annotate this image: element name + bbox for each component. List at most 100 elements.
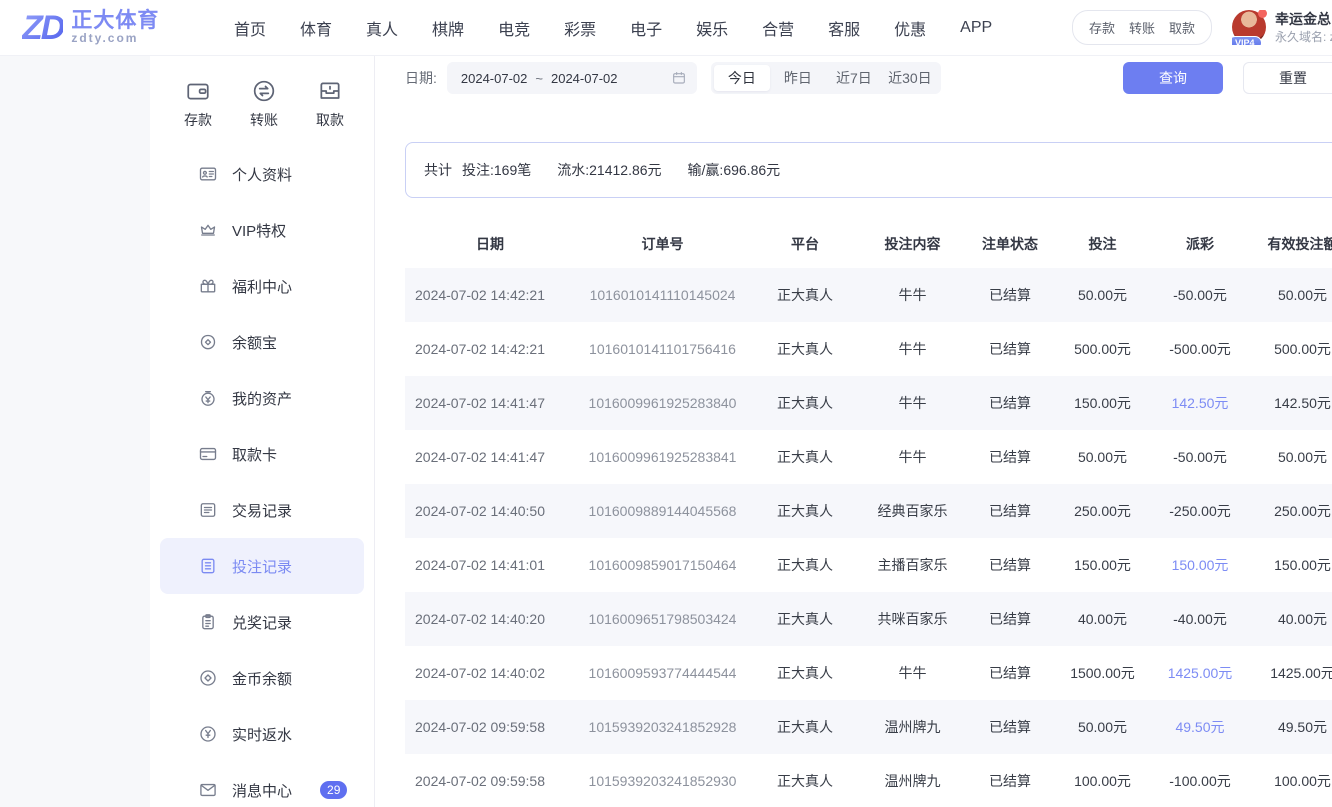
sidebar-menu-item[interactable]: VIP特权 [160,202,364,258]
sidebar-menu-label: 投注记录 [232,556,292,577]
cell-date: 2024-07-02 14:41:47 [405,449,575,465]
nav-item[interactable]: 体育 [300,16,332,40]
nav-item[interactable]: APP [960,19,992,37]
nav-item[interactable]: 娱乐 [696,16,728,40]
nav-item[interactable]: 优惠 [894,16,926,40]
cell-order-number: 1016010141101756416 [575,341,750,357]
cell-bet-amount: 50.00元 [1055,717,1150,737]
cell-platform: 正大真人 [750,609,860,629]
brand-name: 正大体育 [71,9,159,32]
wallet-action-link[interactable]: 取款 [1169,18,1195,37]
cell-order-number: 1016009651798503424 [575,611,750,627]
sidebar-menu-item[interactable]: 消息中心 29 [160,762,364,807]
brand-domain: zdty.com [71,32,159,45]
nav-item[interactable]: 电子 [630,16,662,40]
quick-action-label: 存款 [184,110,212,130]
quick-action[interactable]: 转账 [250,78,278,130]
cell-valid-amount: 142.50元 [1250,393,1332,413]
brand-logo[interactable]: ZD 正大体育 zdty.com [22,9,210,45]
transaction-record-icon [198,500,218,520]
cell-payout: -100.00元 [1150,771,1250,791]
table-row: 2024-07-02 14:41:47 1016009961925283840 … [405,376,1332,430]
cell-date: 2024-07-02 09:59:58 [405,719,575,735]
cell-valid-amount: 49.50元 [1250,717,1332,737]
sidebar-menu-item[interactable]: 实时返水 [160,706,364,762]
cell-status: 已结算 [965,339,1055,359]
table-header-cell: 订单号 [575,234,750,254]
cell-payout: -250.00元 [1150,501,1250,521]
sidebar-menu-item[interactable]: 取款卡 [160,426,364,482]
quick-range-button[interactable]: 今日 [714,65,770,91]
nav-item[interactable]: 客服 [828,16,860,40]
summary-bar: 共计 投注:169笔 流水:21412.86元 输/赢:696.86元 [405,142,1332,198]
wallet-actions: 存款转账取款 [1072,10,1212,45]
sidebar-menu-label: 实时返水 [232,724,292,745]
cell-bet-amount: 1500.00元 [1055,663,1150,683]
sidebar-menu-item[interactable]: 交易记录 [160,482,364,538]
table-row: 2024-07-02 14:42:21 1016010141110145024 … [405,268,1332,322]
date-range-input[interactable]: 2024-07-02 ~ 2024-07-02 [447,62,697,94]
rebate-icon [198,724,218,744]
sidebar-menu-label: 我的资产 [232,388,292,409]
quick-range-button[interactable]: 近30日 [882,65,938,91]
withdraw-icon [317,78,343,104]
crown-icon [198,220,218,240]
cell-date: 2024-07-02 14:42:21 [405,341,575,357]
sidebar-menu-label: 取款卡 [232,444,277,465]
sidebar-menu-item[interactable]: 福利中心 [160,258,364,314]
nav-item[interactable]: 棋牌 [432,16,464,40]
nav-item[interactable]: 合营 [762,16,794,40]
cell-valid-amount: 250.00元 [1250,501,1332,521]
sidebar-menu-label: 金币余额 [232,668,292,689]
nav-item[interactable]: 彩票 [564,16,596,40]
cell-platform: 正大真人 [750,285,860,305]
cell-status: 已结算 [965,771,1055,791]
cell-platform: 正大真人 [750,717,860,737]
coin-icon [198,668,218,688]
quick-action[interactable]: 存款 [184,78,212,130]
sidebar-menu-item[interactable]: 余额宝 [160,314,364,370]
quick-action[interactable]: 取款 [316,78,344,130]
cell-bet-content: 共咪百家乐 [860,609,965,629]
table-row: 2024-07-02 14:40:20 1016009651798503424 … [405,592,1332,646]
cell-bet-amount: 40.00元 [1055,609,1150,629]
sidebar-menu-label: 兑奖记录 [232,612,292,633]
cell-bet-content: 主播百家乐 [860,555,965,575]
reset-button[interactable]: 重置 [1243,62,1332,94]
cell-date: 2024-07-02 09:59:58 [405,773,575,789]
table-header-cell: 平台 [750,234,860,254]
sidebar-menu-item[interactable]: 兑奖记录 [160,594,364,650]
cell-bet-amount: 150.00元 [1055,555,1150,575]
date-to: 2024-07-02 [551,71,618,86]
nav-item[interactable]: 电竞 [498,16,530,40]
cell-valid-amount: 1425.00元 [1250,663,1332,683]
main-content: 日期: 2024-07-02 ~ 2024-07-02 今日昨日近7日近30日 … [375,56,1332,807]
cell-valid-amount: 50.00元 [1250,285,1332,305]
sidebar-menu-item[interactable]: 个人资料 [160,146,364,202]
calendar-icon[interactable] [671,70,687,86]
sidebar-menu-item[interactable]: 金币余额 [160,650,364,706]
user-block[interactable]: VIP4 幸运金总 永久域名: z [1232,10,1332,45]
sidebar-menu-item[interactable]: 我的资产 [160,370,364,426]
nav-item[interactable]: 真人 [366,16,398,40]
table-row: 2024-07-02 14:40:02 1016009593774444544 … [405,646,1332,700]
cell-order-number: 1015939203241852930 [575,773,750,789]
id-card-icon [198,164,218,184]
nav-item[interactable]: 首页 [234,16,266,40]
wallet-action-link[interactable]: 存款 [1089,18,1115,37]
cell-order-number: 1015939203241852928 [575,719,750,735]
quick-range-button[interactable]: 昨日 [770,65,826,91]
sidebar-menu-label: VIP特权 [232,220,286,241]
search-button[interactable]: 查询 [1123,62,1223,94]
wallet-action-link[interactable]: 转账 [1129,18,1155,37]
cell-date: 2024-07-02 14:40:50 [405,503,575,519]
bet-records-table: 日期订单号平台投注内容注单状态投注派彩有效投注额 2024-07-02 14:4… [405,220,1332,807]
quick-action-label: 取款 [316,110,344,130]
sidebar-menu-label: 福利中心 [232,276,292,297]
bank-card-icon [198,444,218,464]
sidebar-menu-label: 余额宝 [232,332,277,353]
sidebar-menu-item[interactable]: 投注记录 [160,538,364,594]
cell-date: 2024-07-02 14:40:20 [405,611,575,627]
quick-range-button[interactable]: 近7日 [826,65,882,91]
cell-status: 已结算 [965,447,1055,467]
